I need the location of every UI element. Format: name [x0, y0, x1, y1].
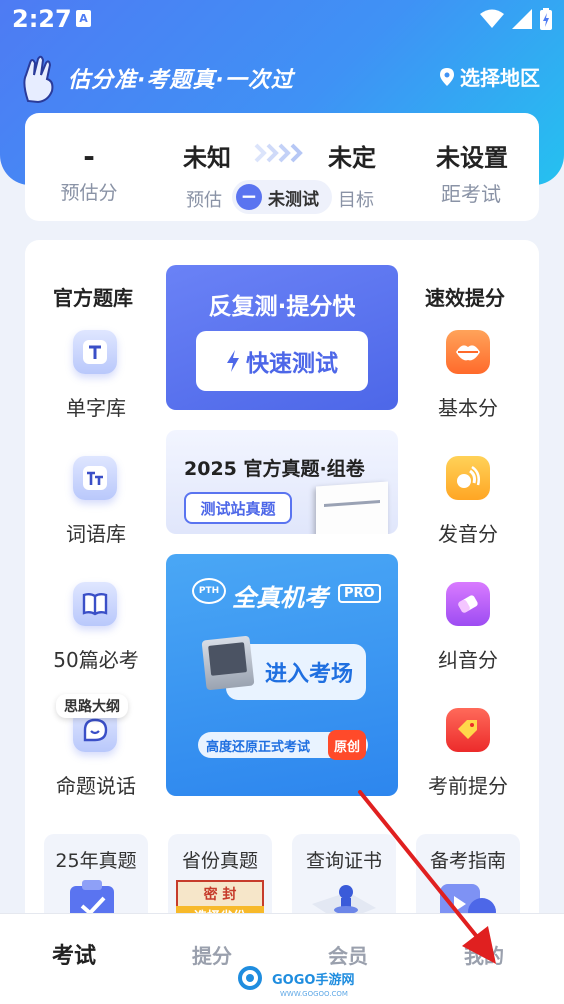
watermark-url: WWW.GOGOO.COM — [280, 990, 348, 998]
wifi-icon — [480, 9, 504, 28]
status-bar: 2:27 A — [0, 0, 564, 40]
current-level: 未知 — [183, 144, 231, 172]
topic-speech-label[interactable]: 命题说话 — [31, 770, 161, 799]
real-exam-button[interactable]: 测试站真题 — [184, 492, 292, 524]
tile-province-exams[interactable]: 省份真题 密 封 选择省份 — [168, 834, 272, 924]
quick-test-button[interactable]: 快速测试 — [196, 331, 368, 391]
single-char-label[interactable]: 单字库 — [31, 392, 161, 421]
gogo-logo-icon — [238, 966, 262, 990]
target-small-label: 目标 — [338, 190, 374, 211]
red-arrow-annotation — [358, 790, 496, 964]
exam-date-label: 距考试 — [441, 182, 501, 206]
sound-icon[interactable] — [446, 456, 490, 500]
battery-icon — [540, 8, 552, 30]
pronunciation-score-label[interactable]: 发音分 — [403, 518, 533, 547]
quick-boost-title: 速效提分 — [425, 286, 505, 310]
minus-icon: − — [236, 184, 262, 210]
slogan: 估分准·考题真·一次过 — [20, 52, 294, 104]
watermark-brand: GOGO手游网 — [272, 972, 355, 988]
real-exam-title: 2025 官方真题·组卷 — [184, 458, 365, 480]
tile-label: 省份真题 — [181, 850, 258, 872]
lightning-icon — [227, 350, 239, 372]
basic-score-label[interactable]: 基本分 — [403, 392, 533, 421]
location-pin-icon — [440, 67, 454, 86]
eraser-icon[interactable] — [446, 582, 490, 626]
tile-label: 25年真题 — [55, 850, 137, 872]
computer-icon — [201, 635, 255, 691]
quick-test-button-label: 快速测试 — [246, 351, 338, 377]
tab-exam[interactable]: 考试 — [52, 938, 96, 970]
notification-icon: A — [76, 10, 91, 27]
original-badge: 原创 — [328, 730, 366, 760]
exam-book-image — [316, 481, 388, 534]
tab-boost[interactable]: 提分 — [192, 940, 232, 969]
estimate-small-label: 预估 — [186, 190, 222, 211]
region-label: 选择地区 — [460, 66, 540, 90]
signal-icon — [512, 9, 532, 29]
book-icon[interactable] — [73, 582, 117, 626]
status-time: 2:27 — [12, 5, 72, 33]
mock-exam-card[interactable]: PTH 全真机考 PRO 进入考场 高度还原正式考试 原创 — [166, 554, 398, 796]
tile-25-real-exams[interactable]: 25年真题 — [44, 834, 148, 924]
outline-badge: 思路大纲 — [56, 694, 128, 718]
pro-badge: PRO — [338, 584, 381, 603]
lips-icon[interactable] — [446, 330, 490, 374]
region-selector[interactable]: 选择地区 — [440, 62, 540, 91]
single-char-icon[interactable] — [73, 330, 117, 374]
slogan-text: 估分准·考题真·一次过 — [68, 68, 294, 93]
quick-test-card[interactable]: 反复测·提分快 快速测试 — [166, 265, 398, 410]
pth-logo: PTH — [192, 578, 226, 604]
status-icons — [480, 8, 552, 30]
mock-exam-title: 全真机考 — [232, 584, 328, 612]
untested-label: 未测试 — [268, 189, 319, 210]
price-tag-icon[interactable] — [446, 708, 490, 752]
word-bank-icon[interactable] — [73, 456, 117, 500]
correction-score-label[interactable]: 纠音分 — [403, 644, 533, 673]
target-level: 未定 — [328, 144, 376, 172]
fifty-essays-label[interactable]: 50篇必考 — [31, 644, 161, 673]
seal-label: 密 封 — [203, 887, 237, 903]
exam-date-value: 未设置 — [436, 144, 508, 172]
estimate-value: - — [83, 140, 95, 173]
official-bank-title: 官方题库 — [53, 286, 133, 310]
word-bank-label[interactable]: 词语库 — [31, 518, 161, 547]
estimate-label: 预估分 — [60, 182, 118, 204]
watermark: GOGO手游网 — [238, 966, 354, 990]
chevrons-icon — [254, 143, 303, 163]
ok-hand-icon — [23, 55, 54, 103]
quick-test-title: 反复测·提分快 — [208, 294, 356, 320]
untested-pill[interactable]: − 未测试 — [232, 180, 332, 214]
real-exam-card[interactable]: 2025 官方真题·组卷 测试站真题 — [166, 430, 398, 534]
